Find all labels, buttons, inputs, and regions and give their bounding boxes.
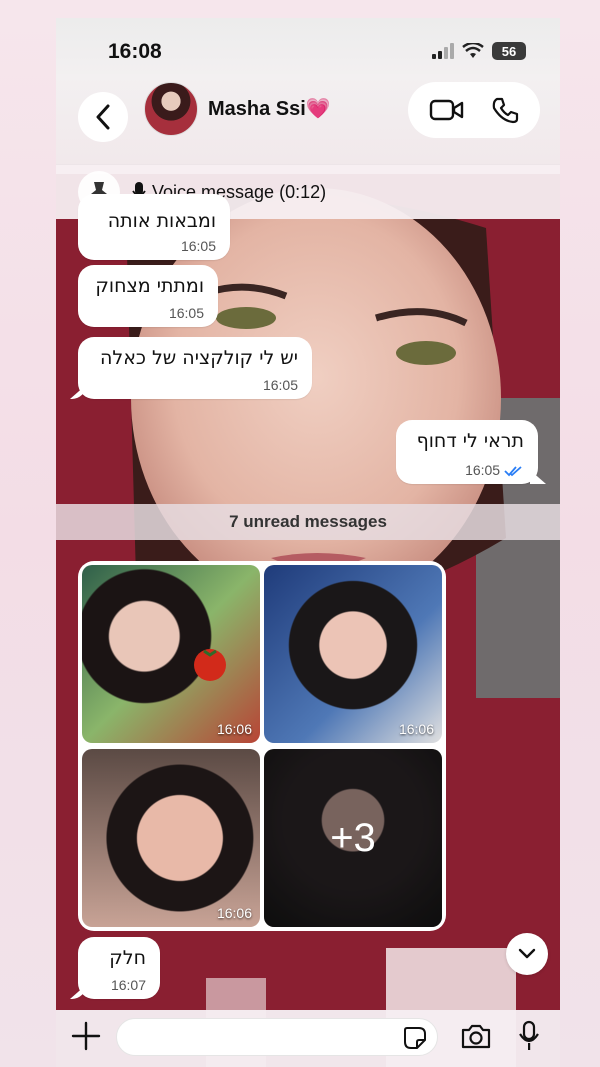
message-input[interactable] — [116, 1018, 438, 1056]
album-photo[interactable]: 16:06 — [82, 749, 260, 927]
photo-time: 16:06 — [398, 721, 434, 737]
message-input-bar — [56, 1010, 560, 1067]
message-time: 16:05 — [180, 238, 216, 254]
unread-divider: 7 unread messages — [56, 504, 560, 540]
status-bar: 16:08 56 — [56, 18, 560, 80]
contact-name[interactable]: Masha Ssi💗 — [208, 96, 331, 121]
message-time: 16:05 — [262, 377, 298, 393]
status-time: 16:08 — [108, 40, 162, 63]
message-bubble[interactable]: ומתתי מצחוק 16:05 — [78, 265, 218, 327]
plus-icon[interactable] — [70, 1020, 102, 1052]
mic-icon[interactable] — [518, 1020, 540, 1052]
more-photos-count: +3 — [330, 815, 376, 860]
message-text: תראי לי דחוף — [416, 430, 524, 452]
message-bubble[interactable]: חלק 16:07 — [70, 937, 160, 999]
message-time: 16:05 — [168, 305, 204, 321]
signal-icon — [432, 43, 454, 59]
battery-icon: 56 — [492, 42, 526, 60]
message-bubble[interactable]: ומבאות אותה 16:05 — [78, 194, 230, 260]
chat-header: Masha Ssi💗 — [56, 74, 560, 174]
photo-time: 16:06 — [216, 905, 252, 921]
battery-level: 56 — [501, 43, 517, 59]
scroll-to-bottom-button[interactable] — [506, 933, 548, 975]
photo-album: 16:06 16:06 16:06 +3 — [78, 561, 446, 931]
message-text: ומבאות אותה — [107, 210, 216, 232]
album-photo[interactable]: +3 — [264, 749, 442, 927]
chat-screen: 16:08 56 Masha Ssi💗 Voice message (0:12)… — [56, 18, 560, 1067]
wifi-icon — [462, 43, 484, 58]
status-icons: 56 — [432, 42, 526, 60]
message-bubble[interactable]: תראי לי דחוף 16:05 — [396, 420, 546, 484]
chevron-down-icon — [518, 948, 536, 959]
phone-icon[interactable] — [491, 96, 519, 124]
more-photos-overlay[interactable]: +3 — [264, 749, 442, 927]
message-bubble[interactable]: יש לי קולקציה של כאלה 16:05 — [70, 337, 312, 399]
double-check-icon — [504, 466, 522, 477]
sticker-icon[interactable] — [403, 1026, 427, 1050]
album-photo[interactable]: 16:06 — [82, 565, 260, 743]
back-button[interactable] — [78, 92, 128, 142]
album-photo[interactable]: 16:06 — [264, 565, 442, 743]
message-time: 16:07 — [110, 977, 146, 993]
message-time: 16:05 — [465, 462, 524, 478]
message-text: יש לי קולקציה של כאלה — [99, 347, 298, 369]
message-text: ומתתי מצחוק — [95, 275, 204, 297]
unread-label: 7 unread messages — [229, 512, 387, 531]
call-buttons — [408, 82, 540, 138]
video-camera-icon[interactable] — [429, 98, 465, 122]
message-time-label: 16:05 — [465, 462, 501, 478]
avatar[interactable] — [144, 82, 198, 136]
message-text: חלק — [109, 947, 146, 969]
camera-icon[interactable] — [460, 1022, 492, 1050]
chevron-left-icon — [96, 104, 110, 130]
tomato-image — [194, 649, 226, 681]
photo-time: 16:06 — [216, 721, 252, 737]
